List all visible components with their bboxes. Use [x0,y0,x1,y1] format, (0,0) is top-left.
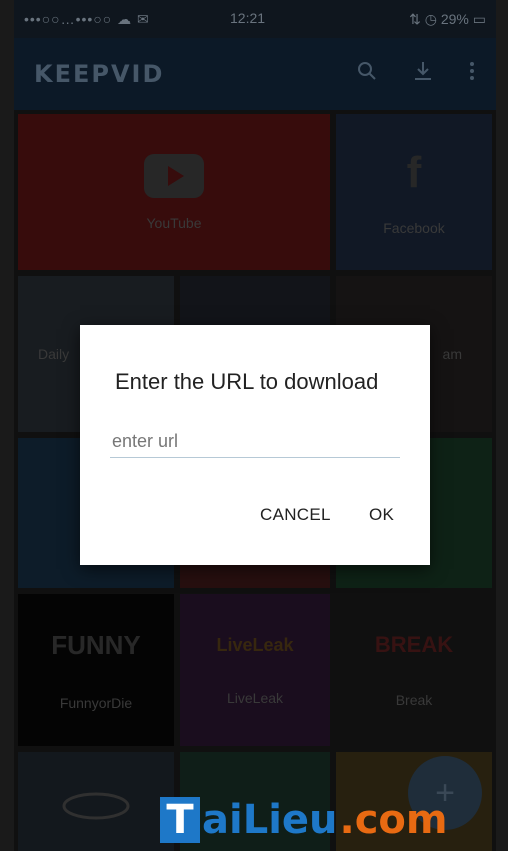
url-input[interactable] [110,425,400,458]
dialog-title: Enter the URL to download [115,369,379,394]
ok-button[interactable]: OK [369,505,394,525]
watermark-t-logo: T [160,797,200,843]
watermark-text: aiLieu [202,797,338,843]
cancel-button[interactable]: CANCEL [260,505,331,525]
watermark: T aiLieu .com [160,796,448,844]
watermark-suffix: .com [339,797,448,843]
url-dialog: Enter the URL to download CANCEL OK [80,325,430,565]
